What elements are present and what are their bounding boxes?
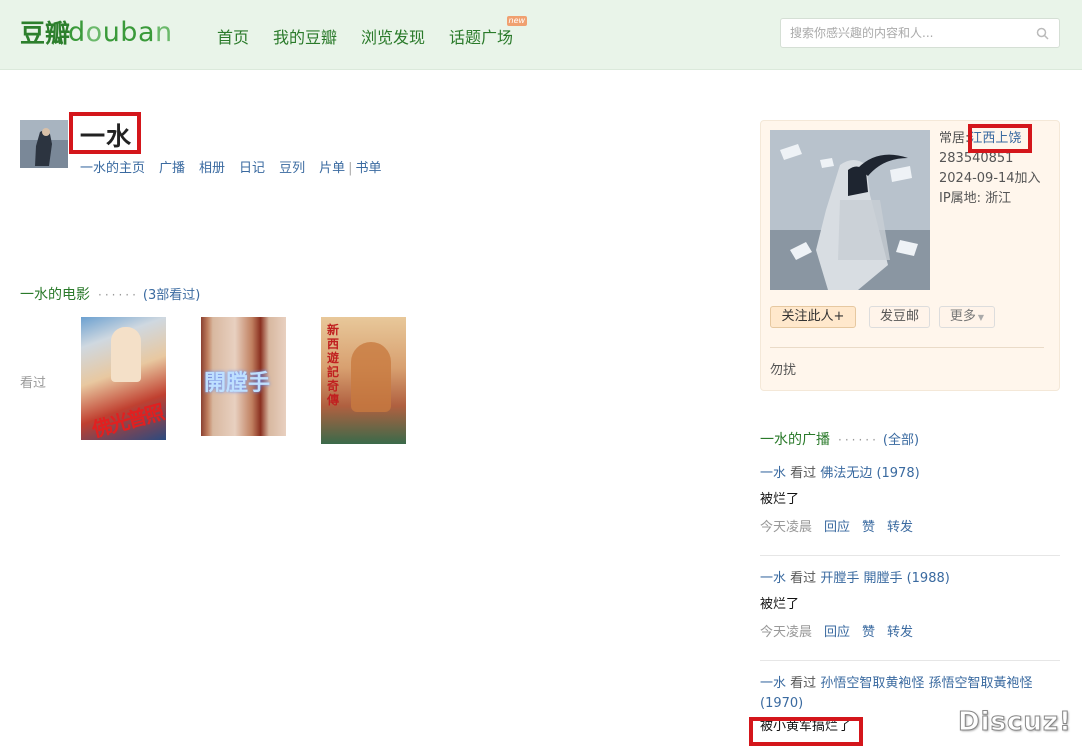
join-date: 2024-09-14加入 [939,171,1041,186]
main-nav: 首页 我的豆瓣 浏览发现 话题广场 new [217,16,537,48]
broadcast-divider [760,555,1060,556]
broadcast-section-title: 一水的广播 ······ (全部) [760,429,919,449]
broadcast-title-link[interactable]: 一水的广播 [760,432,830,448]
search-box [780,18,1060,48]
broadcast-user-link[interactable]: 一水 [760,676,786,691]
reshare-link[interactable]: 转发 [887,625,913,640]
poster-title: 佛光普照 [89,400,166,440]
broadcast-headline: 一水 看过 开膛手 開膛手 (1988) [760,571,950,586]
user-avatar[interactable] [20,120,68,168]
movies-section-title: 一水的电影 ······ (3部看过) [20,284,200,304]
logo-chinese-text: 豆瓣 [20,19,71,48]
link-separator: | [348,161,353,176]
avatar-image [20,120,68,168]
nav-explore[interactable]: 浏览发现 [361,24,425,48]
like-link[interactable]: 赞 [862,625,875,640]
ip-location: IP属地: 浙江 [939,191,1012,206]
profile-photo-image [770,130,930,290]
user-links: 一水的主页 广播 相册 日记 豆列 片单 | 书单 [80,157,382,176]
link-diary[interactable]: 日记 [239,161,265,176]
reshare-link[interactable]: 转发 [887,520,913,535]
more-button[interactable]: 更多 ▼ [939,306,995,328]
broadcast-movie-link[interactable]: 开膛手 開膛手 (1988) [820,571,950,586]
residence-label: 常居: [939,131,970,146]
douban-logo[interactable]: 豆瓣douban [20,14,173,54]
profile-photo[interactable] [770,130,930,290]
annotation-highlight-box [69,112,141,154]
link-homepage[interactable]: 一水的主页 [80,161,145,176]
send-mail-button[interactable]: 发豆邮 [869,306,930,328]
reply-link[interactable]: 回应 [824,520,850,535]
seen-label: 看过 [20,376,47,391]
logo-english-text: douban [68,16,173,48]
poster-title: 開膛手 [204,371,271,396]
broadcast-user-link[interactable]: 一水 [760,571,786,586]
poster-figure [351,342,391,412]
poster-title: 新 西遊記 奇傳 [327,323,340,407]
card-divider [770,347,1044,348]
broadcast-time: 今天凌晨 [760,520,813,535]
movie-poster-1[interactable]: 佛光普照 [81,317,166,440]
broadcast-time: 今天凌晨 [760,625,813,640]
link-book-list[interactable]: 书单 [355,161,381,176]
broadcast-actions: 今天凌晨 回应赞转发 [760,621,1060,640]
broadcast-item: 一水 看过 佛法无边 (1978) 被烂了 今天凌晨 回应赞转发 [760,464,1060,535]
new-badge: new [506,16,528,26]
broadcast-user-link[interactable]: 一水 [760,466,786,481]
link-doulist[interactable]: 豆列 [279,161,305,176]
link-album[interactable]: 相册 [199,161,225,176]
reply-link[interactable]: 回应 [824,625,850,640]
movies-title-link[interactable]: 一水的电影 [20,287,90,303]
chevron-down-icon: ▼ [977,313,985,322]
like-link[interactable]: 赞 [862,520,875,535]
search-input[interactable] [790,19,1030,47]
nav-my-douban[interactable]: 我的豆瓣 [273,24,337,48]
follow-button[interactable]: 关注此人+ [770,306,856,328]
title-dots: ······ [98,288,139,302]
movie-poster-2[interactable]: 開膛手 [201,317,286,436]
discuz-watermark: Discuz! [958,707,1072,738]
broadcast-comment: 被烂了 [760,597,800,612]
link-movie-list[interactable]: 片单 [319,161,345,176]
broadcast-all-link[interactable]: (全部) [883,433,919,448]
status-text: 勿扰 [770,363,797,378]
broadcast-actions: 今天凌晨 回应赞转发 [760,516,1060,535]
broadcast-headline: 一水 看过 佛法无边 (1978) [760,466,920,481]
poster-figure [111,327,141,382]
movie-poster-3[interactable]: 新 西遊記 奇傳 [321,317,406,444]
nav-home[interactable]: 首页 [217,24,249,48]
top-navigation-bar: 豆瓣douban 首页 我的豆瓣 浏览发现 话题广场 new [0,0,1082,70]
broadcast-movie-link[interactable]: 佛法无边 (1978) [820,466,919,481]
broadcast-divider [760,660,1060,661]
search-icon[interactable] [1036,27,1049,40]
title-dots: ······ [838,433,879,447]
nav-topics[interactable]: 话题广场 new [449,16,528,48]
movies-count-link[interactable]: (3部看过) [143,288,200,303]
annotation-highlight-box [968,124,1032,153]
broadcast-comment: 被烂了 [760,492,800,507]
annotation-highlight-box [749,717,863,746]
broadcast-item: 一水 看过 开膛手 開膛手 (1988) 被烂了 今天凌晨 回应赞转发 [760,569,1060,640]
link-broadcast[interactable]: 广播 [159,161,185,176]
